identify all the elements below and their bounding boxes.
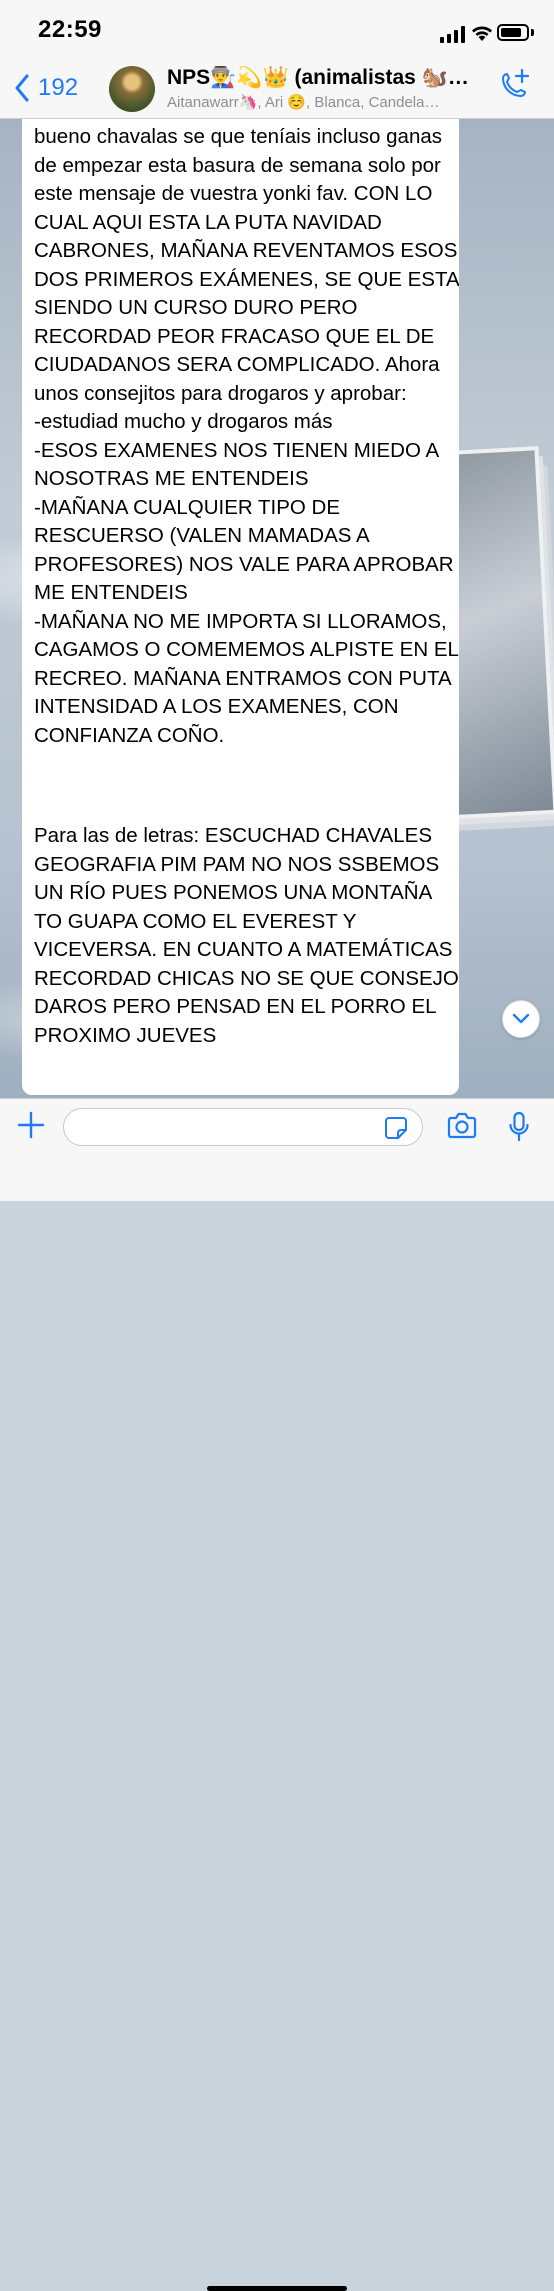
chat-header: 192 NPS👨‍🏭💫👑 (animalistas 🐿️… Aitanawarr… (0, 60, 554, 119)
status-time: 22:59 (38, 16, 102, 43)
back-button[interactable]: 192 (14, 74, 78, 102)
battery-level (501, 28, 522, 37)
message-text: Para las de letras: ESCUCHAD CHAVALES GE… (34, 824, 459, 1047)
chat-members[interactable]: Aitanawarr🦄, Ari ☺️, Blanca, Candela… (167, 93, 477, 111)
message-text: bueno chavalas se que teníais incluso ga… (34, 125, 459, 747)
scroll-down-button[interactable] (502, 1000, 540, 1038)
wifi-icon (472, 26, 492, 41)
battery-icon (497, 24, 529, 41)
chevron-left-icon (15, 74, 29, 102)
microphone-icon[interactable] (508, 1111, 530, 1143)
plus-icon[interactable] (16, 1110, 46, 1140)
chat-title[interactable]: NPS👨‍🏭💫👑 (animalistas 🐿️… (167, 66, 487, 90)
sticker-icon[interactable] (385, 1117, 407, 1139)
camera-icon[interactable] (446, 1112, 478, 1140)
message-input-bar (0, 1098, 554, 2291)
battery-nub (531, 29, 534, 36)
status-bar: 22:59 (0, 0, 554, 60)
unread-count: 192 (38, 74, 79, 101)
chevron-down-icon (512, 1013, 530, 1024)
message-input[interactable] (63, 1108, 423, 1146)
home-indicator (207, 2286, 347, 2291)
message-bubble[interactable]: bueno chavalas se que teníais incluso ga… (22, 119, 459, 1095)
group-avatar[interactable] (109, 66, 155, 112)
phone-plus-icon[interactable] (497, 68, 531, 106)
cellular-signal-icon (440, 25, 466, 43)
